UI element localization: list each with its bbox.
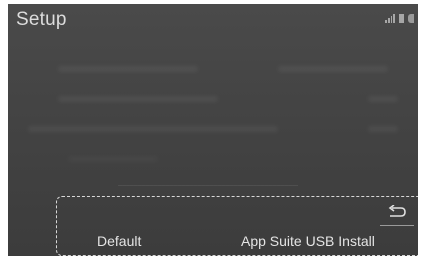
back-underline bbox=[380, 225, 414, 226]
setup-screen: Setup Default App Suite USB Install bbox=[8, 4, 418, 256]
signal-icon bbox=[385, 14, 395, 23]
status-dot-icon bbox=[408, 14, 414, 23]
list-item bbox=[8, 84, 418, 114]
divider bbox=[118, 185, 298, 186]
list-item bbox=[8, 144, 418, 174]
app-suite-usb-install-button[interactable]: App Suite USB Install bbox=[241, 233, 375, 249]
battery-icon bbox=[399, 14, 404, 23]
bottom-button-bar: Default App Suite USB Install bbox=[56, 196, 418, 256]
list-item bbox=[8, 114, 418, 144]
status-bar bbox=[385, 14, 414, 23]
back-arrow-icon[interactable] bbox=[386, 205, 408, 219]
page-title: Setup bbox=[16, 9, 67, 30]
settings-list-faded bbox=[8, 54, 418, 174]
default-button[interactable]: Default bbox=[97, 233, 141, 249]
list-item bbox=[8, 54, 418, 84]
